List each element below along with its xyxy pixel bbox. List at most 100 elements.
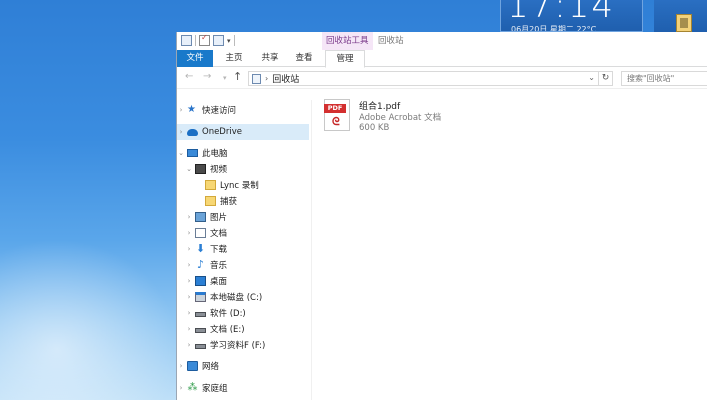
- video-icon: [195, 164, 206, 174]
- navigation-pane: › ★ 快速访问 › OneDrive ⌄ 此电脑 ⌄ 视频 Lync 录制 捕…: [177, 100, 312, 400]
- nav-item-drive-c[interactable]: › 本地磁盘 (C:): [177, 289, 309, 305]
- expand-chevron-icon[interactable]: ›: [185, 325, 193, 333]
- nav-item-drive-f[interactable]: › 学习资料F (F:): [177, 337, 309, 353]
- nav-item-label: 学习资料F (F:): [210, 341, 266, 351]
- expand-chevron-icon[interactable]: ›: [177, 106, 185, 114]
- nav-item-quick-access[interactable]: › ★ 快速访问: [177, 102, 309, 118]
- explorer-body: › ★ 快速访问 › OneDrive ⌄ 此电脑 ⌄ 视频 Lync 录制 捕…: [177, 99, 707, 400]
- toolbar-divider: [233, 35, 235, 46]
- breadcrumb-chevron-icon[interactable]: ›: [265, 74, 268, 83]
- tab-view[interactable]: 查看: [289, 50, 319, 67]
- collapse-chevron-icon[interactable]: ⌄: [177, 149, 185, 157]
- ribbon-tabs: 文件 主页 共享 查看 管理: [177, 50, 707, 68]
- clock-date: 06月20日 星期二 22°C: [511, 25, 597, 32]
- file-list: PDF ᘓ 组合1.pdf Adobe Acrobat 文档 600 KB: [312, 99, 707, 400]
- address-dropdown-icon[interactable]: ⌄: [588, 73, 595, 82]
- toolbar-divider: [195, 35, 196, 46]
- window-title: 回收站: [378, 36, 404, 46]
- recycle-bin-tools-group: 回收站工具: [322, 32, 373, 50]
- recycle-bin-small-icon[interactable]: [181, 35, 192, 46]
- nav-item-onedrive[interactable]: › OneDrive: [177, 124, 309, 140]
- expand-chevron-icon[interactable]: ›: [185, 309, 193, 317]
- nav-item-label: OneDrive: [202, 127, 242, 137]
- address-bar[interactable]: › 回收站 ⌄: [248, 71, 599, 86]
- refresh-icon[interactable]: ↻: [599, 71, 613, 86]
- customize-toolbar-icon[interactable]: ▾: [227, 37, 231, 45]
- quick-access-toolbar: ▾: [181, 35, 235, 46]
- expand-chevron-icon[interactable]: ›: [177, 128, 185, 136]
- desktop-background: [0, 230, 190, 400]
- download-arrow-icon: ⬇: [195, 242, 206, 255]
- music-note-icon: ♪: [196, 258, 205, 271]
- nav-item-label: 家庭组: [202, 384, 228, 394]
- up-arrow-icon[interactable]: ↑: [233, 70, 242, 83]
- file-size: 600 KB: [359, 123, 390, 133]
- cloud-icon: [187, 128, 198, 136]
- tab-home[interactable]: 主页: [219, 50, 249, 67]
- desktop-icon: [195, 276, 206, 286]
- expand-chevron-icon[interactable]: ›: [185, 341, 193, 349]
- file-item[interactable]: PDF ᘓ 组合1.pdf Adobe Acrobat 文档 600 KB: [324, 99, 524, 135]
- expand-chevron-icon[interactable]: ›: [177, 384, 185, 392]
- properties-icon[interactable]: [199, 35, 210, 46]
- nav-item-this-pc[interactable]: ⌄ 此电脑: [177, 145, 309, 161]
- navigation-bar: ← → ▾ ↑ › 回收站 ⌄ ↻ 搜索"回收站": [177, 67, 707, 89]
- expand-chevron-icon[interactable]: ›: [185, 293, 193, 301]
- pdf-icon: PDF ᘓ: [324, 99, 350, 131]
- tab-share[interactable]: 共享: [255, 50, 285, 67]
- tab-manage[interactable]: 管理: [325, 50, 365, 68]
- expand-chevron-icon[interactable]: ›: [185, 277, 193, 285]
- star-icon: ★: [187, 104, 196, 115]
- nav-item-lync-recordings[interactable]: Lync 录制: [177, 177, 309, 193]
- nav-item-label: 网络: [202, 362, 220, 372]
- nav-item-label: 软件 (D:): [210, 309, 246, 319]
- nav-item-label: 文档: [210, 229, 228, 239]
- nav-item-label: 此电脑: [202, 149, 228, 159]
- drive-icon: [195, 328, 206, 333]
- nav-item-label: 视频: [210, 165, 228, 175]
- expand-chevron-icon[interactable]: ›: [185, 261, 193, 269]
- file-explorer-window: ▾ 回收站工具 回收站 文件 主页 共享 查看 管理 ← → ▾ ↑ › 回收站…: [176, 32, 707, 400]
- nav-item-music[interactable]: › ♪ 音乐: [177, 257, 309, 273]
- recycle-bin-icon: [252, 73, 261, 84]
- expand-chevron-icon[interactable]: ›: [185, 245, 193, 253]
- network-icon: [187, 361, 198, 371]
- nav-item-documents[interactable]: › 文档: [177, 225, 309, 241]
- computer-icon: [187, 149, 198, 157]
- forward-arrow-icon[interactable]: →: [203, 71, 211, 82]
- nav-item-network[interactable]: › 网络: [177, 358, 309, 374]
- nav-item-label: 快速访问: [202, 106, 237, 116]
- nav-item-label: 文档 (E:): [210, 325, 245, 335]
- expand-chevron-icon[interactable]: ›: [185, 229, 193, 237]
- new-folder-icon[interactable]: [213, 35, 224, 46]
- recent-locations-chevron-icon[interactable]: ▾: [223, 74, 227, 82]
- folder-icon: [205, 196, 216, 206]
- clock-widget: 17:14 06月20日 星期二 22°C: [500, 0, 643, 32]
- drive-icon: [195, 344, 206, 349]
- expand-chevron-icon[interactable]: ›: [177, 362, 185, 370]
- picture-icon: [195, 212, 206, 222]
- nav-item-drive-d[interactable]: › 软件 (D:): [177, 305, 309, 321]
- folder-icon: [205, 180, 216, 190]
- nav-item-pictures[interactable]: › 图片: [177, 209, 309, 225]
- nav-item-label: 音乐: [210, 261, 228, 271]
- title-bar: ▾ 回收站工具 回收站: [177, 32, 707, 50]
- nav-item-desktop[interactable]: › 桌面: [177, 273, 309, 289]
- nav-item-label: 捕获: [220, 197, 238, 207]
- search-input[interactable]: 搜索"回收站": [621, 71, 707, 86]
- expand-chevron-icon[interactable]: ›: [185, 213, 193, 221]
- nav-item-drive-e[interactable]: › 文档 (E:): [177, 321, 309, 337]
- nav-item-homegroup[interactable]: › ⁂ 家庭组: [177, 380, 309, 396]
- back-arrow-icon[interactable]: ←: [185, 71, 193, 82]
- tab-file[interactable]: 文件: [177, 50, 213, 67]
- desktop-shortcut-icon[interactable]: [654, 0, 707, 32]
- collapse-chevron-icon[interactable]: ⌄: [185, 165, 193, 173]
- breadcrumb-recycle-bin[interactable]: 回收站: [272, 72, 299, 85]
- nav-item-captures[interactable]: 捕获: [177, 193, 309, 209]
- nav-item-downloads[interactable]: › ⬇ 下载: [177, 241, 309, 257]
- nav-item-label: 图片: [210, 213, 228, 223]
- nav-item-label: 本地磁盘 (C:): [210, 293, 263, 303]
- nav-item-videos[interactable]: ⌄ 视频: [177, 161, 309, 177]
- drive-icon: [195, 312, 206, 317]
- clock-time: 17:14: [507, 0, 615, 26]
